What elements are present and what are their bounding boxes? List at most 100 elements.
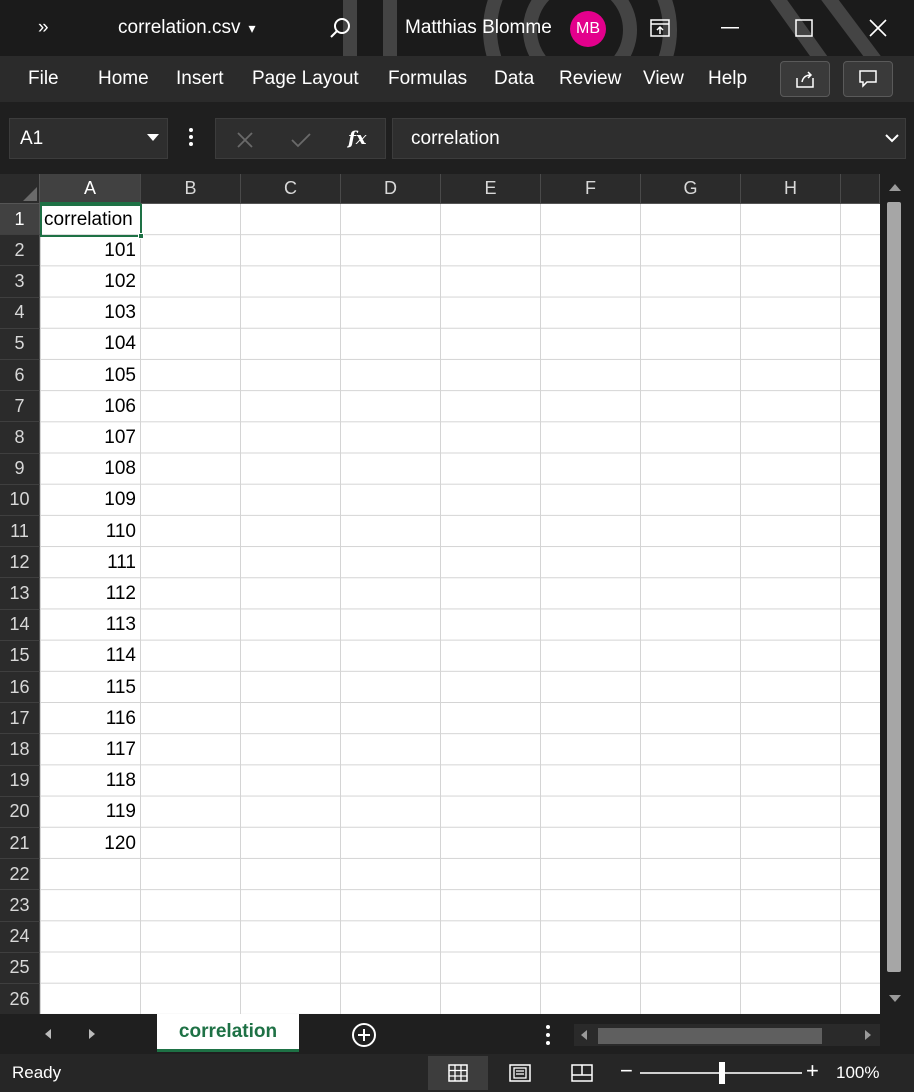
select-all-button[interactable] [0,174,40,204]
row-header[interactable]: 1 [0,204,40,236]
minimize-button[interactable] [702,0,758,56]
row-header[interactable]: 13 [0,578,40,610]
row-header[interactable]: 2 [0,235,40,267]
scroll-down-icon[interactable] [888,994,902,1004]
check-icon[interactable] [290,131,312,149]
scroll-left-icon[interactable] [580,1029,588,1041]
row-header[interactable]: 20 [0,796,40,828]
previous-sheet-icon[interactable] [44,1028,52,1040]
name-box[interactable]: A1 [9,118,168,159]
ribbon-display-options-button[interactable] [632,0,688,56]
next-sheet-icon[interactable] [88,1028,96,1040]
zoom-out-button[interactable]: − [620,1058,633,1084]
row-header[interactable]: 17 [0,703,40,735]
row-header[interactable]: 26 [0,984,40,1016]
tab-page-layout[interactable]: Page Layout [252,56,359,102]
zoom-level[interactable]: 100% [836,1054,879,1092]
page-layout-view-button[interactable] [490,1056,550,1090]
row-header[interactable]: 14 [0,609,40,641]
tab-view[interactable]: View [643,56,684,102]
comments-button[interactable] [843,61,893,97]
row-header[interactable]: 12 [0,547,40,579]
sheet-tab-correlation[interactable]: correlation [157,1014,299,1052]
more-options-icon[interactable] [188,127,194,151]
cell-a11[interactable]: 110 [40,516,140,547]
chevron-down-icon[interactable] [885,134,899,143]
cell-a16[interactable]: 115 [40,672,140,703]
quick-access-overflow-button[interactable]: » [38,0,49,56]
column-header-a[interactable]: A [40,174,141,204]
row-header[interactable]: 19 [0,765,40,797]
row-header[interactable]: 22 [0,859,40,891]
tab-home[interactable]: Home [98,56,149,102]
formula-input[interactable]: correlation [392,118,906,159]
document-title[interactable]: correlation.csv ▾ [118,0,256,56]
row-header[interactable]: 21 [0,828,40,860]
scroll-up-icon[interactable] [888,182,902,192]
row-header[interactable]: 5 [0,328,40,360]
tab-file[interactable]: File [28,56,59,102]
row-header[interactable]: 24 [0,921,40,953]
column-header-partial[interactable] [841,174,880,204]
column-header-g[interactable]: G [641,174,741,204]
cell-a4[interactable]: 103 [40,298,140,329]
tab-help[interactable]: Help [708,56,747,102]
zoom-in-button[interactable]: + [806,1058,819,1084]
cell-a9[interactable]: 108 [40,454,140,485]
cell-a14[interactable]: 113 [40,610,140,641]
cell-a10[interactable]: 109 [40,485,140,516]
row-header[interactable]: 15 [0,640,40,672]
normal-view-button[interactable] [428,1056,488,1090]
column-header-e[interactable]: E [441,174,541,204]
row-header[interactable]: 4 [0,297,40,329]
scroll-right-icon[interactable] [864,1029,872,1041]
page-break-view-button[interactable] [552,1056,612,1090]
share-button[interactable] [780,61,830,97]
cell-a19[interactable]: 118 [40,766,140,797]
close-button[interactable] [850,0,906,56]
column-header-b[interactable]: B [141,174,241,204]
cell-a17[interactable]: 116 [40,703,140,734]
cell-a5[interactable]: 104 [40,329,140,360]
row-header[interactable]: 11 [0,516,40,548]
row-header[interactable]: 9 [0,453,40,485]
user-name[interactable]: Matthias Blomme [405,0,552,56]
row-header[interactable]: 18 [0,734,40,766]
row-header[interactable]: 3 [0,266,40,298]
vertical-scroll-thumb[interactable] [887,202,901,972]
row-header[interactable]: 8 [0,422,40,454]
cell-a21[interactable]: 120 [40,828,140,859]
cell-a12[interactable]: 111 [40,547,140,578]
cancel-icon[interactable] [236,131,254,149]
cell-a7[interactable]: 106 [40,391,140,422]
cell-a15[interactable]: 114 [40,641,140,672]
cell-a18[interactable]: 117 [40,734,140,765]
zoom-slider-thumb[interactable] [719,1062,725,1084]
column-header-h[interactable]: H [741,174,841,204]
cell-a8[interactable]: 107 [40,422,140,453]
insert-function-button[interactable]: fx [348,128,366,149]
tab-formulas[interactable]: Formulas [388,56,467,102]
cell-a13[interactable]: 112 [40,578,140,609]
tab-insert[interactable]: Insert [176,56,224,102]
row-header[interactable]: 10 [0,484,40,516]
fill-handle[interactable] [138,233,144,239]
tab-data[interactable]: Data [494,56,534,102]
more-options-icon[interactable] [545,1024,551,1046]
row-header[interactable]: 25 [0,952,40,984]
cell-a6[interactable]: 105 [40,360,140,391]
column-header-d[interactable]: D [341,174,441,204]
row-header[interactable]: 23 [0,890,40,922]
maximize-button[interactable] [776,0,832,56]
column-header-f[interactable]: F [541,174,641,204]
avatar[interactable]: MB [570,11,606,47]
horizontal-scroll-thumb[interactable] [598,1028,822,1044]
row-header[interactable]: 16 [0,672,40,704]
cell-area[interactable]: correlation 101 102 103 104 105 106 107 108 109 11… [40,204,880,1014]
cell-a2[interactable]: 101 [40,235,140,266]
row-header[interactable]: 7 [0,391,40,423]
cell-a20[interactable]: 119 [40,797,140,828]
tab-review[interactable]: Review [559,56,621,102]
search-button[interactable] [328,0,352,56]
add-sheet-icon[interactable] [351,1022,377,1048]
